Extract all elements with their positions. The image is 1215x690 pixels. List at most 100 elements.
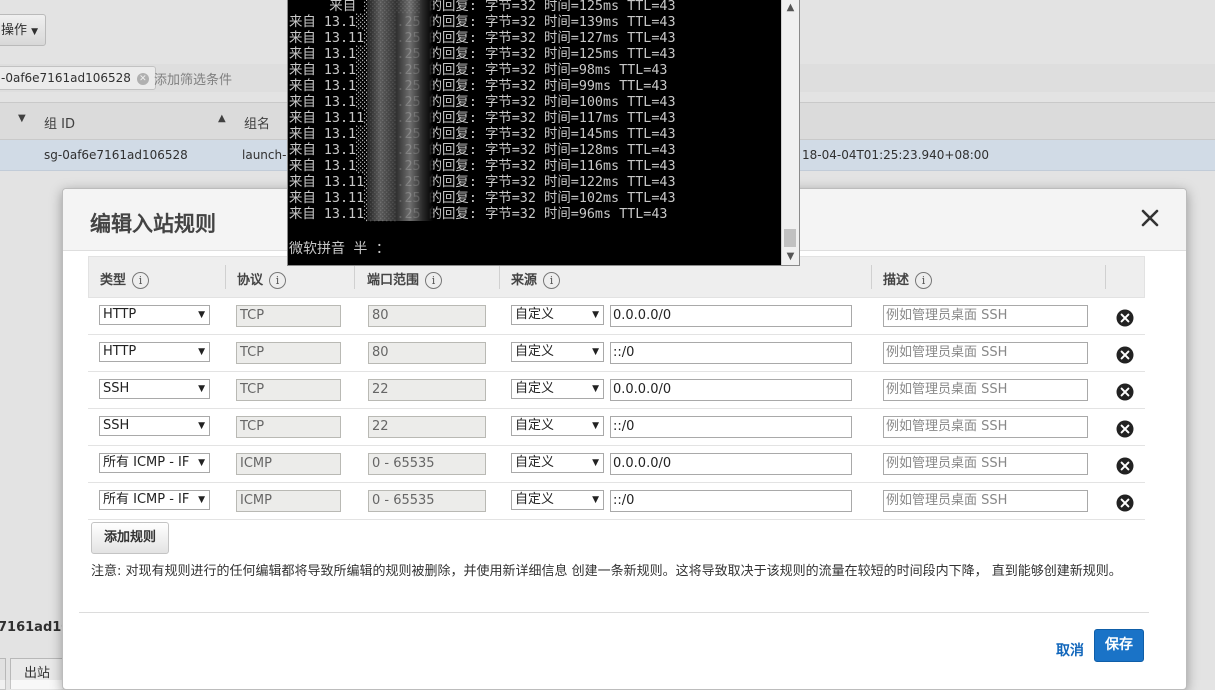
source-type-value: 自定义 [515, 307, 555, 322]
console-line: 来自 13.11░░░░.25 的回复: 字节=32 时间=102ms TTL=… [289, 191, 676, 206]
ime-status: 微软拼音 半 ： [289, 241, 390, 257]
header-protocol-label: 协议 [237, 273, 264, 288]
command-prompt-window[interactable]: 来自 ░░░░░░░ 的回复: 字节=32 时间=125ms TTL=43 来自 … [287, 0, 800, 266]
column-divider [1105, 265, 1106, 289]
type-select-value: HTTP [103, 344, 137, 359]
console-line: 来自 13.1░░░░░.25 的回复: 字节=32 时间=128ms TTL=… [289, 143, 676, 158]
column-divider [499, 265, 500, 289]
source-type-value: 自定义 [515, 418, 555, 433]
delete-rule-icon[interactable] [1116, 309, 1134, 327]
dropdown-arrow-icon: ▼ [198, 458, 205, 468]
dropdown-arrow-icon: ▼ [198, 421, 205, 431]
dropdown-arrow-icon: ▼ [592, 310, 599, 320]
type-select[interactable]: SSH ▼ [99, 416, 210, 436]
source-cidr-input[interactable]: 0.0.0.0/0 [610, 453, 852, 475]
scrollbar[interactable]: ▲ ▼ [781, 0, 799, 265]
source-cidr-input[interactable]: ::/0 [610, 416, 852, 438]
rule-row: SSH ▼ TCP 22 自定义 ▼ 0.0.0.0/0 例如管理员桌面 SSH [88, 372, 1145, 409]
delete-rule-icon[interactable] [1116, 346, 1134, 364]
info-icon[interactable]: i [915, 272, 933, 289]
source-type-select[interactable]: 自定义 ▼ [511, 305, 604, 325]
type-select[interactable]: HTTP ▼ [99, 342, 210, 362]
delete-rule-icon[interactable] [1116, 457, 1134, 475]
description-input[interactable]: 例如管理员桌面 SSH [883, 490, 1088, 512]
dropdown-arrow-icon: ▼ [198, 384, 205, 394]
info-icon[interactable]: i [425, 272, 443, 289]
header-source: 来源 i [511, 269, 561, 289]
protocol-field: ICMP [236, 490, 341, 512]
header-protocol: 协议 i [237, 269, 287, 289]
delete-rule-icon[interactable] [1116, 383, 1134, 401]
console-line: 来自 13.1░░░░░.25 的回复: 字节=32 时间=139ms TTL=… [289, 15, 676, 30]
source-type-select[interactable]: 自定义 ▼ [511, 379, 604, 399]
column-divider [225, 265, 226, 289]
source-type-select[interactable]: 自定义 ▼ [511, 490, 604, 510]
protocol-field: TCP [236, 342, 341, 364]
description-input[interactable]: 例如管理员桌面 SSH [883, 342, 1088, 364]
redaction-blur [367, 0, 433, 221]
ping-output: 来自 ░░░░░░░ 的回复: 字节=32 时间=125ms TTL=43 来自 … [289, 0, 779, 223]
info-icon[interactable]: i [543, 272, 561, 289]
rule-row: SSH ▼ TCP 22 自定义 ▼::/0 例如管理员桌面 SSH [88, 409, 1145, 446]
source-cidr-input[interactable]: 0.0.0.0/0 [610, 305, 852, 327]
description-input[interactable]: 例如管理员桌面 SSH [883, 305, 1088, 327]
type-select-value: 所有 ICMP - IF [103, 492, 190, 507]
header-type: 类型 i [100, 269, 150, 289]
edit-warning-note: 注意: 对现有规则进行的任何编辑都将导致所编辑的规则被删除，并使用新详细信息 创… [91, 564, 1122, 579]
delete-rule-icon[interactable] [1116, 420, 1134, 438]
type-select-value: SSH [103, 418, 130, 433]
source-cidr-input[interactable]: ::/0 [610, 490, 852, 512]
rule-row: HTTP ▼ TCP 80 自定义 ▼ 0.0.0.0/0 例如管理员桌面 SSH [88, 298, 1145, 335]
column-divider [871, 265, 872, 289]
scroll-down-icon[interactable]: ▼ [782, 248, 799, 265]
header-source-label: 来源 [511, 273, 538, 288]
protocol-field: TCP [236, 416, 341, 438]
source-cidr-input[interactable]: ::/0 [610, 342, 852, 364]
rule-row: 所有 ICMP - IF ▼ ICMP 0 - 65535 自定义 ▼::/0 例如管理员桌… [88, 483, 1145, 520]
scroll-up-icon[interactable]: ▲ [782, 0, 799, 16]
type-select[interactable]: 所有 ICMP - IF ▼ [99, 490, 210, 510]
console-line: 来自 13.1░░░░░.25 的回复: 字节=32 时间=99ms TTL=4… [289, 79, 668, 94]
console-line: 来自 13.1░░░░░.25 的回复: 字节=32 时间=145ms TTL=… [289, 127, 676, 142]
source-type-select[interactable]: 自定义 ▼ [511, 453, 604, 473]
delete-rule-icon[interactable] [1116, 494, 1134, 512]
header-port-label: 端口范围 [367, 273, 420, 288]
source-type-select[interactable]: 自定义 ▼ [511, 416, 604, 436]
rule-row: 所有 ICMP - IF ▼ ICMP 0 - 65535 自定义 ▼ 0.0.0.0/0 例… [88, 446, 1145, 483]
scrollbar-thumb[interactable] [784, 229, 796, 247]
dropdown-arrow-icon: ▼ [592, 458, 599, 468]
console-line: 来自 13.1░░░░░.25 的回复: 字节=32 时间=98ms TTL=4… [289, 63, 668, 78]
description-input[interactable]: 例如管理员桌面 SSH [883, 416, 1088, 438]
dropdown-arrow-icon: ▼ [592, 384, 599, 394]
cancel-link[interactable]: 取消 [1056, 640, 1084, 660]
description-input[interactable]: 例如管理员桌面 SSH [883, 453, 1088, 475]
port-range-field: 80 [368, 342, 486, 364]
source-type-value: 自定义 [515, 455, 555, 470]
header-description-label: 描述 [883, 273, 910, 288]
type-select[interactable]: HTTP ▼ [99, 305, 210, 325]
header-description: 描述 i [883, 269, 933, 289]
source-type-select[interactable]: 自定义 ▼ [511, 342, 604, 362]
type-select[interactable]: 所有 ICMP - IF ▼ [99, 453, 210, 473]
console-line: 来自 13.11░░░░.25 的回复: 字节=32 时间=117ms TTL=… [289, 111, 676, 126]
dropdown-arrow-icon: ▼ [198, 310, 205, 320]
info-icon[interactable]: i [132, 272, 150, 289]
info-icon[interactable]: i [269, 272, 287, 289]
type-select[interactable]: SSH ▼ [99, 379, 210, 399]
dropdown-arrow-icon: ▼ [592, 347, 599, 357]
add-rule-button[interactable]: 添加规则 [91, 522, 170, 554]
source-type-value: 自定义 [515, 381, 555, 396]
save-button[interactable]: 保存 [1094, 629, 1144, 662]
rules-table: 类型 i 协议 i 端口范围 i 来源 i 描述 i HTTP ▼ TCP 80 自定义 ▼ 0.0.… [88, 256, 1145, 520]
rules-table-body: HTTP ▼ TCP 80 自定义 ▼ 0.0.0.0/0 例如管理员桌面 SSH HTTP ▼ T… [88, 298, 1145, 520]
description-input[interactable]: 例如管理员桌面 SSH [883, 379, 1088, 401]
close-icon[interactable] [1138, 206, 1162, 230]
port-range-field: 80 [368, 305, 486, 327]
type-select-value: 所有 ICMP - IF [103, 455, 190, 470]
console-line: 来自 ░░░░░░░ 的回复: 字节=32 时间=125ms TTL=43 [289, 0, 676, 14]
console-line: 来自 13.1░░░░░.25 的回复: 字节=32 时间=125ms TTL=… [289, 47, 676, 62]
console-line: 来自 13.1░░░░░.25 的回复: 字节=32 时间=100ms TTL=… [289, 95, 676, 110]
protocol-field: ICMP [236, 453, 341, 475]
dropdown-arrow-icon: ▼ [198, 347, 205, 357]
source-cidr-input[interactable]: 0.0.0.0/0 [610, 379, 852, 401]
